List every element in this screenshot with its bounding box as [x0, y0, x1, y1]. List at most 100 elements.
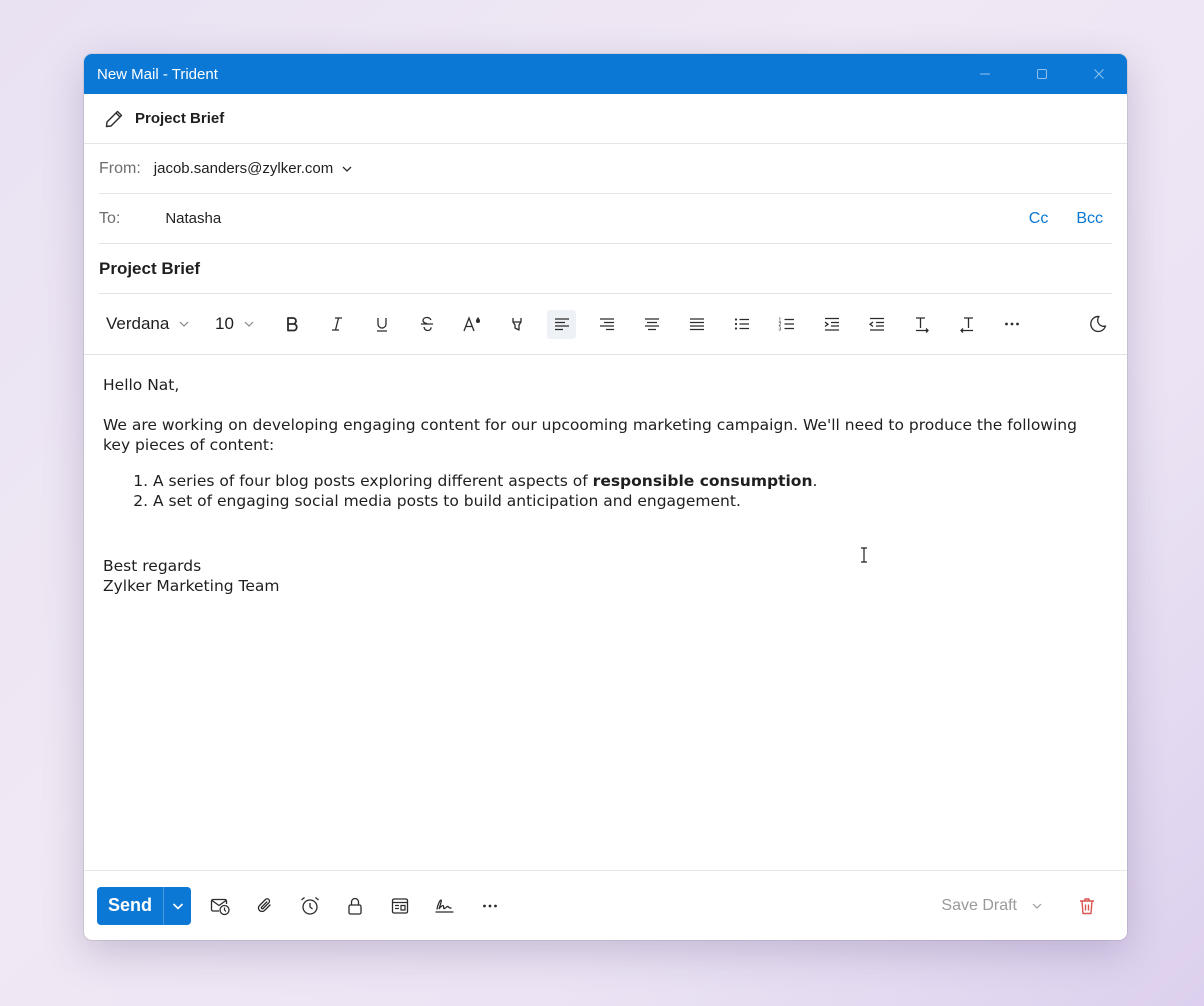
align-right-button[interactable] — [592, 310, 621, 339]
signature-button[interactable] — [427, 888, 463, 924]
encrypt-button[interactable] — [337, 888, 373, 924]
minimize-button[interactable] — [956, 54, 1013, 94]
align-right-icon — [599, 318, 614, 331]
highlight-button[interactable] — [502, 310, 531, 339]
text-color-icon — [462, 316, 480, 332]
italic-icon — [331, 317, 342, 331]
outdent-icon — [868, 317, 884, 331]
message-body-editor[interactable]: Hello Nat, We are working on developing … — [84, 355, 1127, 870]
schedule-mail-icon — [210, 898, 230, 915]
ltr-button[interactable] — [907, 310, 936, 339]
chevron-down-icon — [172, 902, 183, 910]
italic-button[interactable] — [322, 310, 351, 339]
alarm-clock-icon — [301, 896, 319, 915]
compose-window: New Mail - Trident Project Brief From: j… — [84, 54, 1127, 940]
list-item-1-end: . — [812, 472, 818, 490]
list-item: A set of engaging social media posts to … — [153, 491, 1108, 511]
strikethrough-icon — [420, 316, 433, 332]
list-item-1-bold: responsible consumption — [592, 472, 813, 490]
more-options-button[interactable] — [472, 888, 508, 924]
from-label: From: — [99, 159, 141, 177]
indent-button[interactable] — [817, 310, 846, 339]
outdent-button[interactable] — [862, 310, 891, 339]
subject-text: Project Brief — [99, 258, 201, 278]
signature-text: Zylker Marketing Team — [103, 577, 280, 595]
save-draft-label: Save Draft — [941, 896, 1017, 914]
bullet-list-button[interactable] — [727, 310, 756, 339]
reminder-button[interactable] — [292, 888, 328, 924]
trash-icon — [1080, 897, 1094, 914]
to-row: To: Natasha Cc Bcc — [99, 194, 1112, 244]
text-direction-ltr-icon — [915, 317, 929, 333]
template-icon — [391, 897, 409, 914]
numbered-list-button[interactable]: 123 — [772, 310, 801, 339]
text-cursor-icon — [861, 547, 867, 563]
chevron-down-icon — [342, 166, 352, 172]
strikethrough-button[interactable] — [412, 310, 441, 339]
align-left-icon — [554, 318, 569, 331]
pencil-icon — [105, 110, 123, 127]
underline-button[interactable] — [367, 310, 396, 339]
close-icon — [1093, 69, 1104, 79]
rtl-button[interactable] — [952, 310, 981, 339]
to-recipient[interactable]: Natasha — [165, 210, 1028, 227]
dark-mode-button[interactable] — [1083, 310, 1112, 339]
subject-field[interactable]: Project Brief — [99, 244, 1112, 294]
paperclip-icon — [257, 897, 271, 912]
bcc-link[interactable]: Bcc — [1076, 210, 1103, 228]
save-draft-button[interactable]: Save Draft — [941, 897, 1043, 915]
draft-tab[interactable]: Project Brief — [84, 94, 1127, 144]
minimize-icon — [979, 73, 990, 75]
font-family-select[interactable]: Verdana — [106, 314, 215, 334]
justify-button[interactable] — [682, 310, 711, 339]
lock-icon — [348, 897, 362, 915]
template-button[interactable] — [382, 888, 418, 924]
more-format-button[interactable] — [997, 310, 1026, 339]
bullet-list-icon — [734, 318, 749, 330]
to-label: To: — [99, 209, 121, 227]
moon-icon — [1089, 315, 1106, 333]
window-title: New Mail - Trident — [97, 65, 218, 83]
list-item-1-text: A series of four blog posts exploring di… — [153, 472, 593, 490]
maximize-icon — [1036, 69, 1047, 79]
text-color-button[interactable] — [457, 310, 486, 339]
font-size-value: 10 — [215, 314, 234, 333]
chevron-down-icon — [179, 321, 189, 327]
from-address: jacob.sanders@zylker.com — [153, 160, 334, 177]
draft-tab-label: Project Brief — [135, 110, 225, 127]
compose-footer: Send Save Draft — [84, 870, 1127, 940]
cc-link[interactable]: Cc — [1029, 210, 1049, 228]
intro-paragraph: We are working on developing engaging co… — [103, 416, 1077, 454]
bold-icon — [286, 317, 298, 332]
attach-button[interactable] — [247, 888, 283, 924]
signature-icon — [435, 898, 454, 913]
highlighter-icon — [511, 318, 522, 331]
svg-text:3: 3 — [778, 327, 781, 333]
bold-button[interactable] — [277, 310, 306, 339]
chevron-down-icon — [244, 321, 254, 327]
greeting-text: Hello Nat, — [103, 376, 180, 394]
close-button[interactable] — [1070, 54, 1127, 94]
send-options-button[interactable] — [163, 886, 191, 925]
chevron-down-icon — [1032, 903, 1042, 909]
text-direction-rtl-icon — [959, 317, 973, 333]
send-button[interactable]: Send — [97, 886, 191, 925]
maximize-button[interactable] — [1013, 54, 1070, 94]
more-horizontal-icon — [1004, 322, 1019, 326]
from-row: From: jacob.sanders@zylker.com — [99, 144, 1112, 194]
underline-icon — [376, 318, 387, 332]
content-list: A series of four blog posts exploring di… — [103, 471, 1108, 511]
align-center-button[interactable] — [637, 310, 666, 339]
schedule-send-button[interactable] — [202, 888, 238, 924]
discard-button[interactable] — [1069, 888, 1105, 924]
send-label: Send — [107, 895, 152, 915]
font-size-select[interactable]: 10 — [215, 314, 277, 334]
justify-icon — [689, 318, 704, 331]
from-selector[interactable]: jacob.sanders@zylker.com — [154, 160, 353, 177]
list-item: A series of four blog posts exploring di… — [153, 471, 1108, 491]
indent-icon — [824, 317, 839, 331]
align-center-icon — [644, 318, 659, 331]
format-toolbar: Verdana 10 1 2 3 — [84, 294, 1127, 355]
font-family-value: Verdana — [106, 314, 170, 333]
align-left-button[interactable] — [547, 309, 576, 339]
